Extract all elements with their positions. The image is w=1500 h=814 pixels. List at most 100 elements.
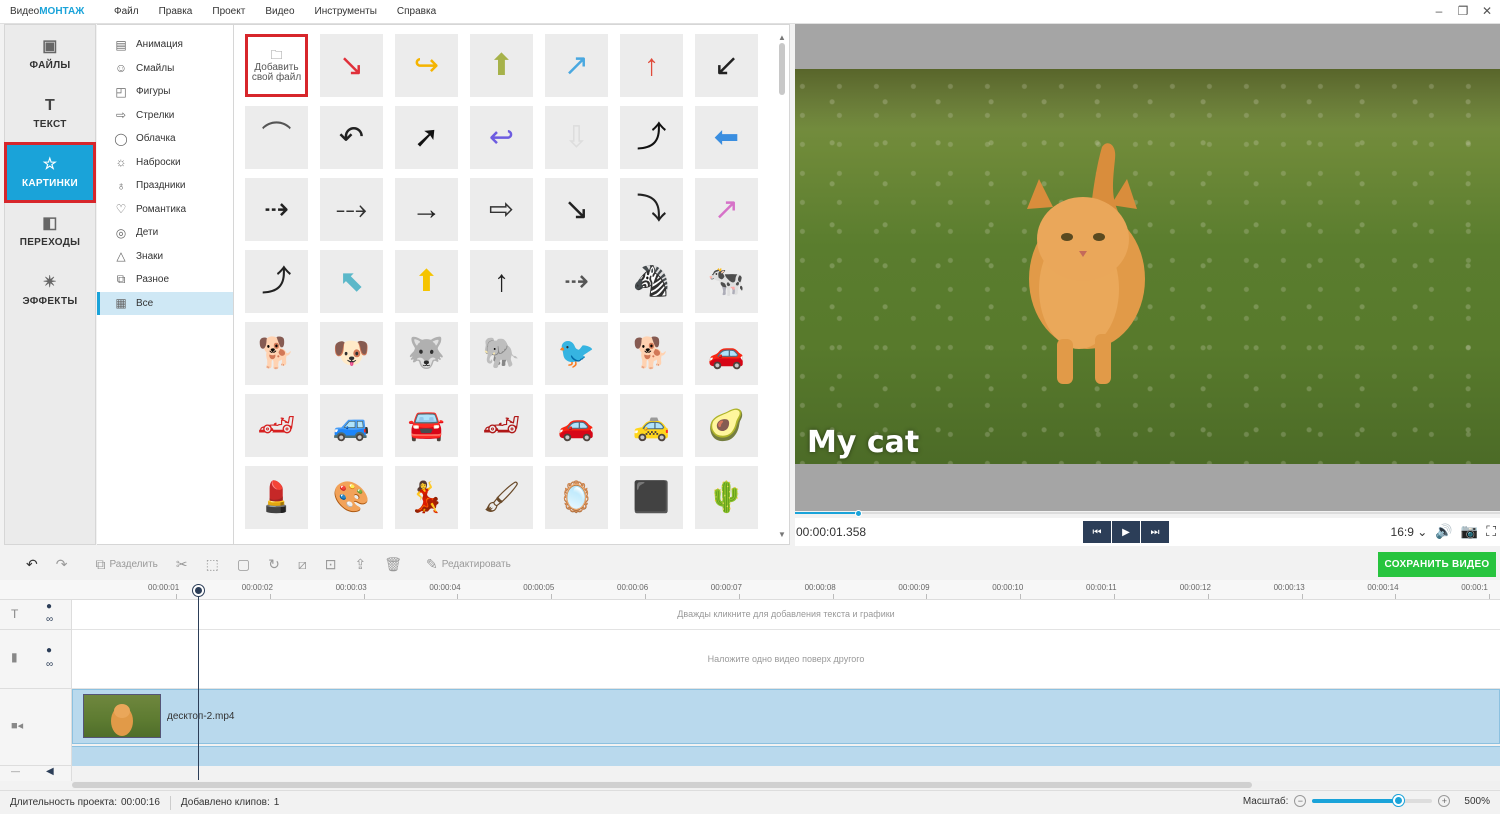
category-1[interactable]: ▤ Анимация bbox=[97, 33, 233, 57]
zoom-knob[interactable] bbox=[1392, 795, 1404, 806]
aspect-ratio-select[interactable]: 16:9 ⌄ bbox=[1391, 525, 1428, 539]
category-5[interactable]: ◯ Облачка bbox=[97, 127, 233, 151]
split-button-label[interactable]: Разделить bbox=[109, 559, 157, 570]
sweeping-arrow-clipart[interactable]: ⤵ bbox=[620, 178, 683, 241]
close-icon[interactable]: ✕ bbox=[1480, 3, 1494, 19]
makeup-compact-clipart[interactable]: ⬛ bbox=[620, 466, 683, 529]
green-up-arrow-clipart[interactable]: ⬆ bbox=[470, 34, 533, 97]
import-icon[interactable]: ⇪ bbox=[354, 556, 366, 573]
volume-icon[interactable]: 🔊 bbox=[1435, 523, 1452, 540]
category-2[interactable]: ☺ Смайлы bbox=[97, 57, 233, 81]
blue-left-arrow-clipart[interactable]: ⬅ bbox=[695, 106, 758, 169]
playhead-handle[interactable] bbox=[193, 585, 204, 596]
nav-images[interactable]: ☆ КАРТИНКИ bbox=[4, 142, 96, 203]
nav-files[interactable]: ▣ ФАЙЛЫ bbox=[5, 25, 95, 84]
blue-zigzag-arrow-clipart[interactable]: ↗ bbox=[545, 34, 608, 97]
menu-video[interactable]: Видео bbox=[255, 6, 304, 17]
speaker-icon[interactable]: ◀ bbox=[46, 766, 54, 777]
crop-icon[interactable]: ⬚ bbox=[206, 556, 219, 573]
outline-right-arrow-clipart[interactable]: ⇨ bbox=[470, 178, 533, 241]
zebra-clipart[interactable]: 🦓 bbox=[620, 250, 683, 313]
progress-knob[interactable] bbox=[855, 510, 863, 517]
category-12[interactable]: ▦ Все bbox=[97, 291, 233, 315]
overlay-track[interactable]: Наложите одно видео поверх другого bbox=[72, 630, 1500, 689]
category-9[interactable]: ◎ Дети bbox=[97, 221, 233, 245]
yellow-up-arrow-clipart[interactable]: ⬆ bbox=[395, 250, 458, 313]
category-7[interactable]: ♁ Праздники bbox=[97, 174, 233, 198]
avocado-clipart[interactable]: 🥑 bbox=[695, 394, 758, 457]
silver-car-clipart[interactable]: 🚘 bbox=[395, 394, 458, 457]
compact-powder-clipart[interactable]: 🪞 bbox=[545, 466, 608, 529]
category-11[interactable]: ⧉ Разное bbox=[97, 268, 233, 292]
eye-icon[interactable]: ● bbox=[46, 601, 52, 612]
category-4[interactable]: ⇨ Стрелки bbox=[97, 104, 233, 128]
zoom-in-icon[interactable]: + bbox=[1438, 795, 1451, 807]
nav-effects[interactable]: ✴ ЭФФЕКТЫ bbox=[5, 261, 95, 320]
category-8[interactable]: ♡ Романтика bbox=[97, 198, 233, 222]
collie-dog-clipart[interactable]: 🐕 bbox=[245, 322, 308, 385]
curved-back-arrow-clipart[interactable]: ↶ bbox=[320, 106, 383, 169]
text-track[interactable]: Дважды кликните для добавления текста и … bbox=[72, 600, 1500, 630]
scissors-icon[interactable]: ✂ bbox=[176, 556, 188, 573]
thin-right-arrow-clipart[interactable]: → bbox=[395, 178, 458, 241]
dotted-down-arrow-clipart[interactable]: ⇩ bbox=[545, 106, 608, 169]
pink-curved-arrow-clipart[interactable]: ↗ bbox=[695, 178, 758, 241]
dalmatian-puppy-clipart[interactable]: 🐶 bbox=[320, 322, 383, 385]
cursor-click-clipart[interactable]: ➚ bbox=[395, 106, 458, 169]
previous-icon[interactable]: ⏮ bbox=[1083, 521, 1111, 543]
video-track[interactable]: десктоп-2.mp4 bbox=[72, 689, 1500, 744]
zoom-icon[interactable]: ⧄ bbox=[298, 556, 307, 573]
video-frame[interactable]: My cat bbox=[795, 69, 1500, 464]
thin-curve-clipart[interactable]: ⌒ bbox=[245, 106, 308, 169]
husky-dog-clipart[interactable]: 🐺 bbox=[395, 322, 458, 385]
timeline-scrollbar[interactable] bbox=[72, 781, 1500, 789]
curved-down-right-arrow-clipart[interactable]: ↘ bbox=[545, 178, 608, 241]
menu-help[interactable]: Справка bbox=[387, 6, 446, 17]
cartoon-dog-clipart[interactable]: 🐕 bbox=[620, 322, 683, 385]
save-video-button[interactable]: СОХРАНИТЬ ВИДЕО bbox=[1378, 552, 1496, 577]
thin-up-arrow-clipart[interactable]: ↑ bbox=[470, 250, 533, 313]
category-6[interactable]: ☼ Наброски bbox=[97, 151, 233, 175]
lipsticks-clipart[interactable]: 💄 bbox=[245, 466, 308, 529]
restore-icon[interactable]: ❐ bbox=[1456, 3, 1470, 19]
timeline-scrollbar-thumb[interactable] bbox=[72, 782, 1252, 788]
scrollbar-thumb[interactable] bbox=[779, 43, 785, 95]
clip-thumbnail[interactable] bbox=[83, 694, 161, 738]
category-3[interactable]: ◰ Фигуры bbox=[97, 80, 233, 104]
cow-clipart[interactable]: 🐄 bbox=[695, 250, 758, 313]
fullscreen-icon[interactable]: ⛶ bbox=[1486, 523, 1496, 540]
red-zigzag-arrow-clipart[interactable]: ↘ bbox=[320, 34, 383, 97]
split-icon[interactable]: ⧉ bbox=[95, 556, 105, 573]
nav-text[interactable]: T ТЕКСТ bbox=[5, 84, 95, 143]
blue-cartoon-car-clipart[interactable]: 🚙 bbox=[320, 394, 383, 457]
stabilize-icon[interactable]: ⊡ bbox=[325, 556, 337, 573]
purple-bird-clipart[interactable]: 🐦 bbox=[545, 322, 608, 385]
audio-track[interactable] bbox=[72, 746, 1500, 766]
play-icon[interactable]: ▶ bbox=[1112, 521, 1140, 543]
menu-edit[interactable]: Правка bbox=[149, 6, 203, 17]
teal-up-left-arrow-clipart[interactable]: ⬉ bbox=[320, 250, 383, 313]
frame-icon[interactable]: ▢ bbox=[237, 556, 250, 573]
yellow-curved-arrow-clipart[interactable]: ↪ bbox=[395, 34, 458, 97]
bold-curved-up-arrow-clipart[interactable]: ⤴ bbox=[620, 106, 683, 169]
dashed-curve-arrow-clipart[interactable]: ⤏ bbox=[320, 178, 383, 241]
redhead-woman-clipart[interactable]: 💃 bbox=[395, 466, 458, 529]
red-race-car-clipart[interactable]: 🏎 bbox=[470, 394, 533, 457]
zoom-out-icon[interactable]: − bbox=[1294, 795, 1307, 807]
nav-transitions[interactable]: ◧ ПЕРЕХОДЫ bbox=[5, 202, 95, 261]
cactus-clipart[interactable]: 🌵 bbox=[695, 466, 758, 529]
elephant-clipart[interactable]: 🐘 bbox=[470, 322, 533, 385]
grid-scrollbar[interactable]: ▲ ▼ bbox=[777, 33, 787, 539]
dashed-right-arrow-clipart[interactable]: ⇢ bbox=[245, 178, 308, 241]
eyeshadow-palette-clipart[interactable]: 🎨 bbox=[320, 466, 383, 529]
timeline-ruler[interactable]: 00:00:01 00:00:02 00:00:03 00:00:04 00:00:05… bbox=[0, 580, 1500, 600]
menu-project[interactable]: Проект bbox=[202, 6, 255, 17]
scroll-up-icon[interactable]: ▲ bbox=[777, 33, 787, 42]
undo-icon[interactable]: ↶ bbox=[26, 556, 38, 573]
red-up-arrow-clipart[interactable]: ↑ bbox=[620, 34, 683, 97]
makeup-brush-clipart[interactable]: 🖌 bbox=[470, 466, 533, 529]
scroll-down-icon[interactable]: ▼ bbox=[777, 530, 787, 539]
redo-icon[interactable]: ↷ bbox=[56, 556, 68, 573]
trash-icon[interactable]: 🗑 bbox=[384, 556, 402, 573]
edit-button-label[interactable]: Редактировать bbox=[442, 559, 511, 570]
